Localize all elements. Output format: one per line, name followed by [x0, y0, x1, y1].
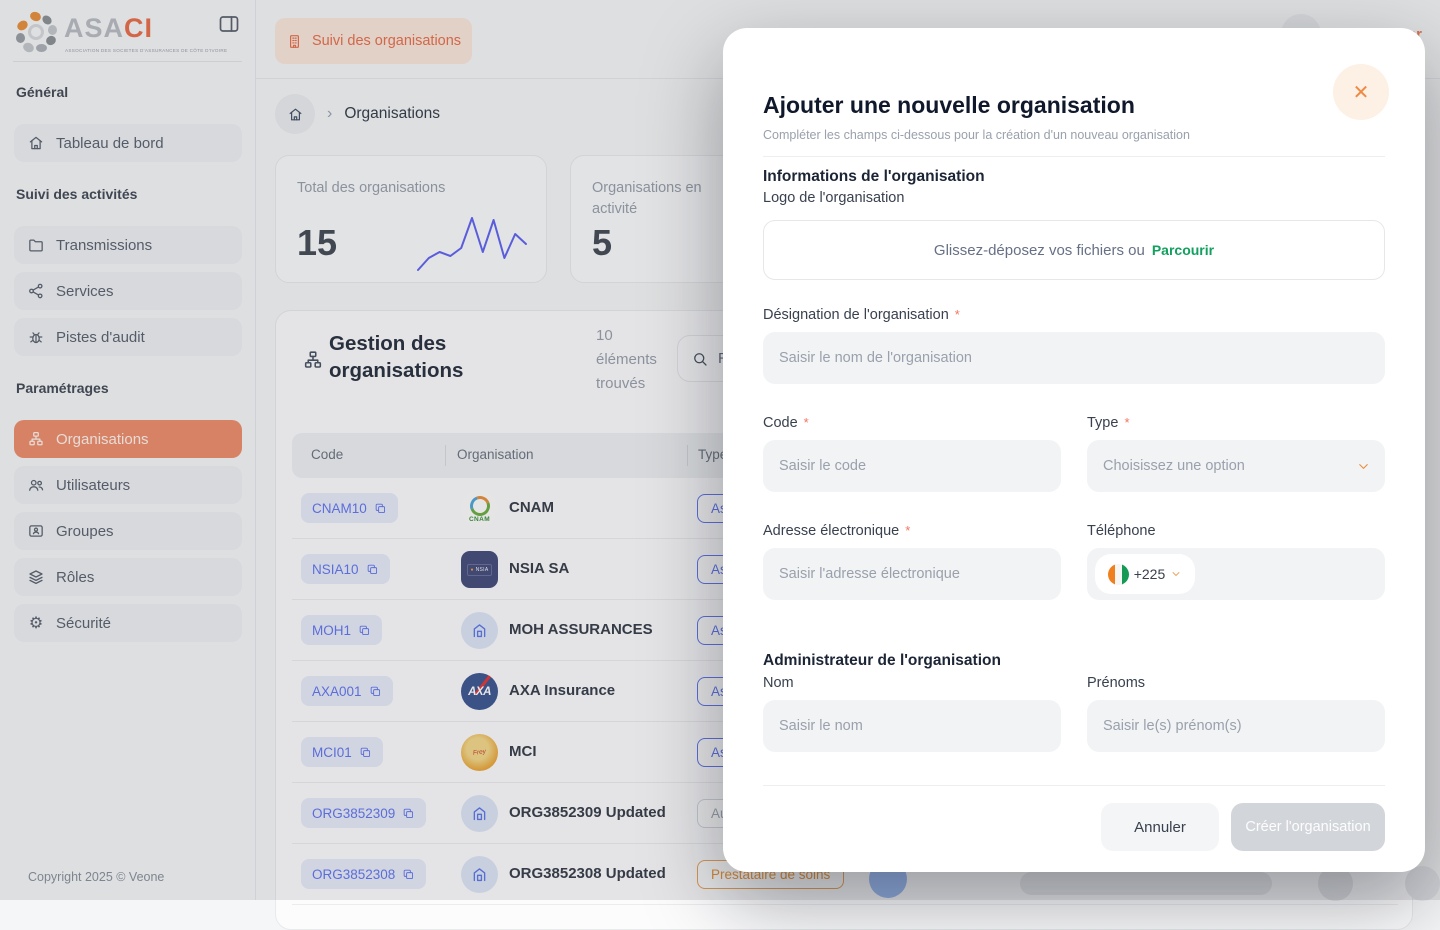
- section-org-admin: Administrateur de l'organisation: [763, 652, 1001, 670]
- modal-title: Ajouter une nouvelle organisation: [763, 92, 1135, 119]
- cote-divoire-flag-icon: [1108, 564, 1129, 585]
- create-organisation-button[interactable]: Créer l'organisation: [1231, 803, 1385, 851]
- lastname-label: Nom: [763, 675, 794, 691]
- firstname-label: Prénoms: [1087, 675, 1145, 691]
- dial-code-select[interactable]: +225: [1095, 554, 1195, 594]
- modal-subtitle: Compléter les champs ci-dessous pour la …: [763, 128, 1190, 142]
- code-label: Code*: [763, 415, 809, 431]
- logo-dropzone[interactable]: Glissez-déposez vos fichiers ou Parcouri…: [763, 220, 1385, 280]
- type-select[interactable]: Choisissez une option: [1087, 440, 1385, 492]
- chevron-down-icon: [1170, 568, 1182, 580]
- type-label: Type*: [1087, 415, 1130, 431]
- designation-field[interactable]: [763, 332, 1385, 384]
- browse-link[interactable]: Parcourir: [1152, 242, 1214, 258]
- modal-divider: [763, 156, 1385, 157]
- chevron-down-icon: [1356, 459, 1371, 474]
- phone-label: Téléphone: [1087, 523, 1156, 539]
- phone-field[interactable]: +225: [1087, 548, 1385, 600]
- firstname-field[interactable]: [1087, 700, 1385, 752]
- designation-label: Désignation de l'organisation*: [763, 307, 960, 323]
- email-label: Adresse électronique*: [763, 523, 910, 539]
- close-icon[interactable]: ✕: [1333, 64, 1389, 120]
- email-field[interactable]: [763, 548, 1061, 600]
- cancel-button[interactable]: Annuler: [1101, 803, 1219, 851]
- add-organisation-modal: Ajouter une nouvelle organisation Complé…: [723, 28, 1425, 872]
- code-field[interactable]: [763, 440, 1061, 492]
- lastname-field[interactable]: [763, 700, 1061, 752]
- modal-footer-divider: [763, 785, 1385, 786]
- logo-label: Logo de l'organisation: [763, 190, 904, 206]
- section-org-info: Informations de l'organisation: [763, 168, 985, 186]
